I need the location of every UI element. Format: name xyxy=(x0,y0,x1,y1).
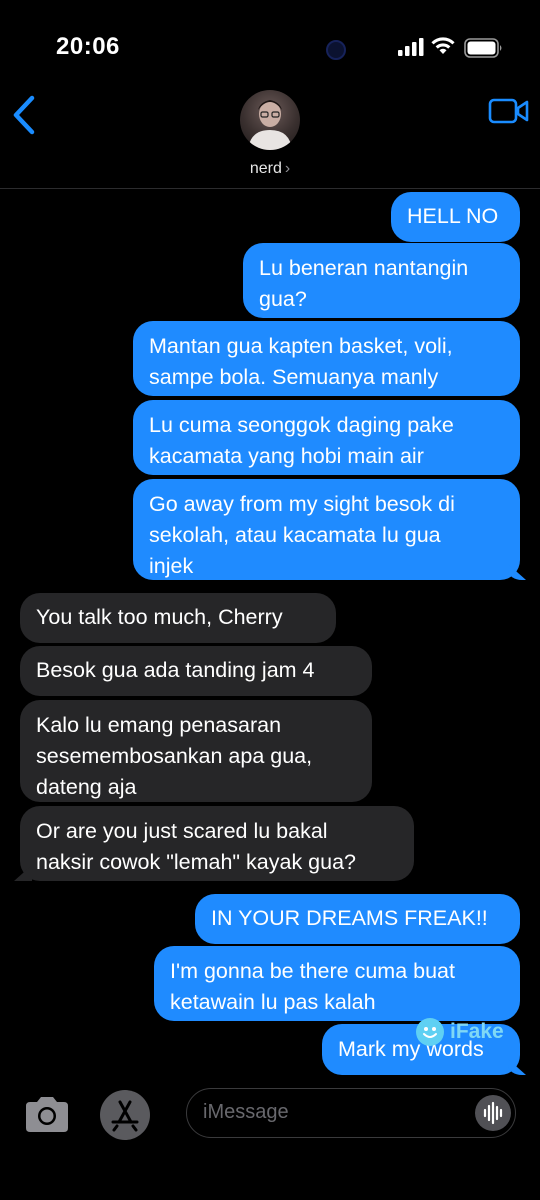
outgoing-message[interactable]: Lu cuma seonggok daging pake kacamata ya… xyxy=(133,400,520,475)
smiley-face-icon xyxy=(416,1018,444,1046)
outgoing-message[interactable]: Go away from my sight besok di sekolah, … xyxy=(133,479,520,580)
outgoing-message[interactable]: Mantan gua kapten basket, voli, sampe bo… xyxy=(133,321,520,396)
contact-avatar[interactable] xyxy=(240,90,300,150)
cellular-signal-icon xyxy=(398,38,424,56)
outgoing-message[interactable]: Lu beneran nantangin gua? xyxy=(243,243,520,318)
imessage-input[interactable]: iMessage xyxy=(186,1088,516,1138)
ifake-watermark: iFake xyxy=(416,1018,504,1046)
status-time: 20:06 xyxy=(56,33,120,60)
contact-name-button[interactable]: nerd › xyxy=(0,160,540,178)
audio-message-button[interactable] xyxy=(475,1095,511,1131)
wifi-icon xyxy=(431,37,455,54)
back-chevron-icon[interactable] xyxy=(8,94,42,136)
contact-name: nerd xyxy=(249,160,282,177)
focus-indicator-icon xyxy=(326,40,346,60)
compose-bar: iMessage xyxy=(0,1086,540,1146)
outgoing-message[interactable]: I'm gonna be there cuma buat ketawain lu… xyxy=(154,946,520,1021)
audio-waveform-icon xyxy=(483,1101,503,1125)
battery-icon xyxy=(464,38,502,58)
status-bar: 20:06 xyxy=(0,0,540,90)
app-store-button[interactable] xyxy=(100,1090,150,1140)
outgoing-message[interactable]: HELL NO xyxy=(391,192,520,242)
avatar-portrait-icon xyxy=(248,100,292,150)
incoming-message[interactable]: Or are you just scared lu bakal naksir c… xyxy=(20,806,414,881)
outgoing-message[interactable]: IN YOUR DREAMS FREAK!! xyxy=(195,894,520,944)
input-placeholder: iMessage xyxy=(203,1101,289,1123)
home-indicator xyxy=(180,1178,360,1184)
incoming-message[interactable]: Kalo lu emang penasaran sesemembosankan … xyxy=(20,700,372,802)
conversation-header: nerd › xyxy=(0,88,540,189)
watermark-text: iFake xyxy=(450,1020,504,1043)
chevron-right-icon: › xyxy=(284,160,291,177)
incoming-message[interactable]: Besok gua ada tanding jam 4 xyxy=(20,646,372,696)
camera-icon[interactable] xyxy=(22,1094,72,1136)
video-call-icon[interactable] xyxy=(488,96,530,126)
app-store-icon xyxy=(111,1100,139,1132)
incoming-message[interactable]: You talk too much, Cherry xyxy=(20,593,336,643)
